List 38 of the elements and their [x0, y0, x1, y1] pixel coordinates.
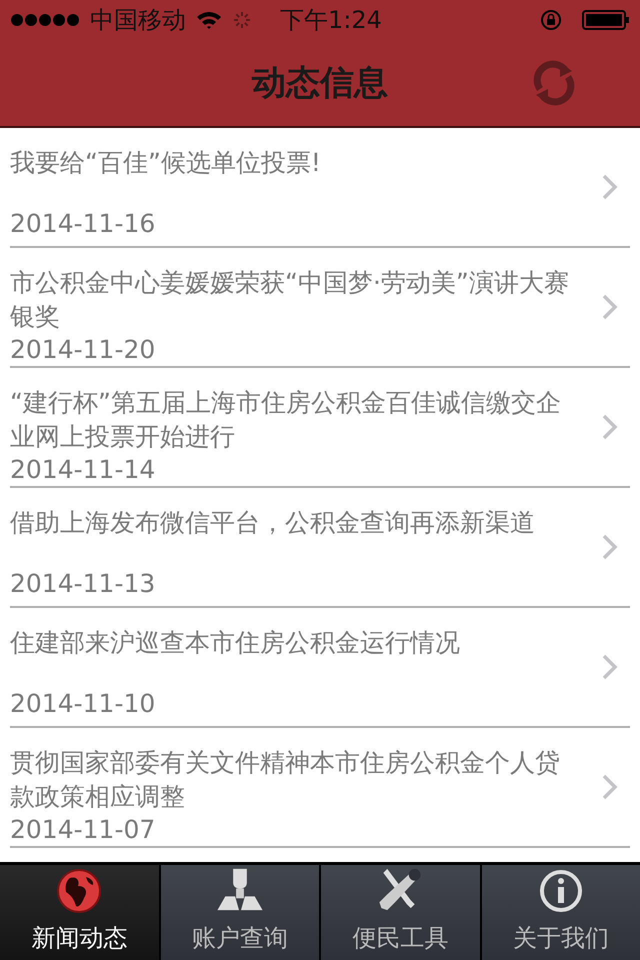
chevron-icon: [602, 294, 618, 320]
tab-button[interactable]: 新闻动态: [0, 865, 158, 960]
news-date: 2014-11-13: [10, 568, 156, 600]
info-icon: [538, 868, 584, 914]
battery-icon: [582, 10, 630, 30]
tab-button[interactable]: 账户查询: [160, 865, 319, 960]
news-item[interactable]: 借助上海发布微信平台，公积金查询再添新渠道 2014-11-13: [10, 488, 630, 608]
news-title: “建行杯”第五届上海市住房公积金百佳诚信缴交企业网上投票开始进行: [10, 387, 562, 453]
carrier-name: 中国移动: [90, 5, 186, 36]
signal-icon: [10, 13, 80, 27]
chevron-icon: [602, 534, 618, 560]
news-item[interactable]: 贯彻国家部委有关文件精神本市住房公积金个人贷款政策相应调整 2014-11-07: [10, 728, 630, 848]
news-item[interactable]: 我要给“百佳”候选单位投票! 2014-11-16: [10, 128, 630, 248]
tab-button[interactable]: 关于我们: [482, 865, 640, 960]
news-item[interactable]: “建行杯”第五届上海市住房公积金百佳诚信缴交企业网上投票开始进行 2014-11-14: [10, 368, 630, 488]
page-title: 动态信息: [252, 62, 388, 104]
news-date: 2014-11-10: [10, 688, 156, 720]
wifi-icon: [196, 10, 222, 30]
spinner-icon: [232, 10, 252, 30]
news-title: 市公积金中心姜媛媛荣获“中国梦·劳动美”演讲大赛银奖: [10, 267, 570, 333]
news-title: 我要给“百佳”候选单位投票!: [10, 147, 322, 179]
chevron-icon: [602, 654, 618, 680]
chevron-icon: [602, 414, 618, 440]
news-date: 2014-11-07: [10, 814, 156, 846]
news-title: 借助上海发布微信平台，公积金查询再添新渠道: [10, 507, 536, 539]
news-title: 贯彻国家部委有关文件精神本市住房公积金个人贷款政策相应调整: [10, 747, 561, 813]
news-item[interactable]: 市公积金中心姜媛媛荣获“中国梦·劳动美”演讲大赛银奖 2014-11-20: [10, 248, 630, 368]
chevron-icon: [602, 174, 618, 200]
tab-button[interactable]: 便民工具: [321, 865, 480, 960]
news-item[interactable]: 住建部来沪巡查本市住房公积金运行情况 2014-11-10: [10, 608, 630, 728]
status-time: 下午1:24: [280, 5, 382, 36]
news-date: 2014-11-14: [10, 454, 156, 486]
chevron-icon: [602, 774, 618, 800]
rotation-lock-icon: [540, 9, 562, 31]
news-date: 2014-11-20: [10, 334, 156, 366]
news-title: 住建部来沪巡查本市住房公积金运行情况: [10, 627, 461, 659]
news-date: 2014-11-16: [10, 208, 156, 240]
globe-icon: [56, 868, 102, 914]
